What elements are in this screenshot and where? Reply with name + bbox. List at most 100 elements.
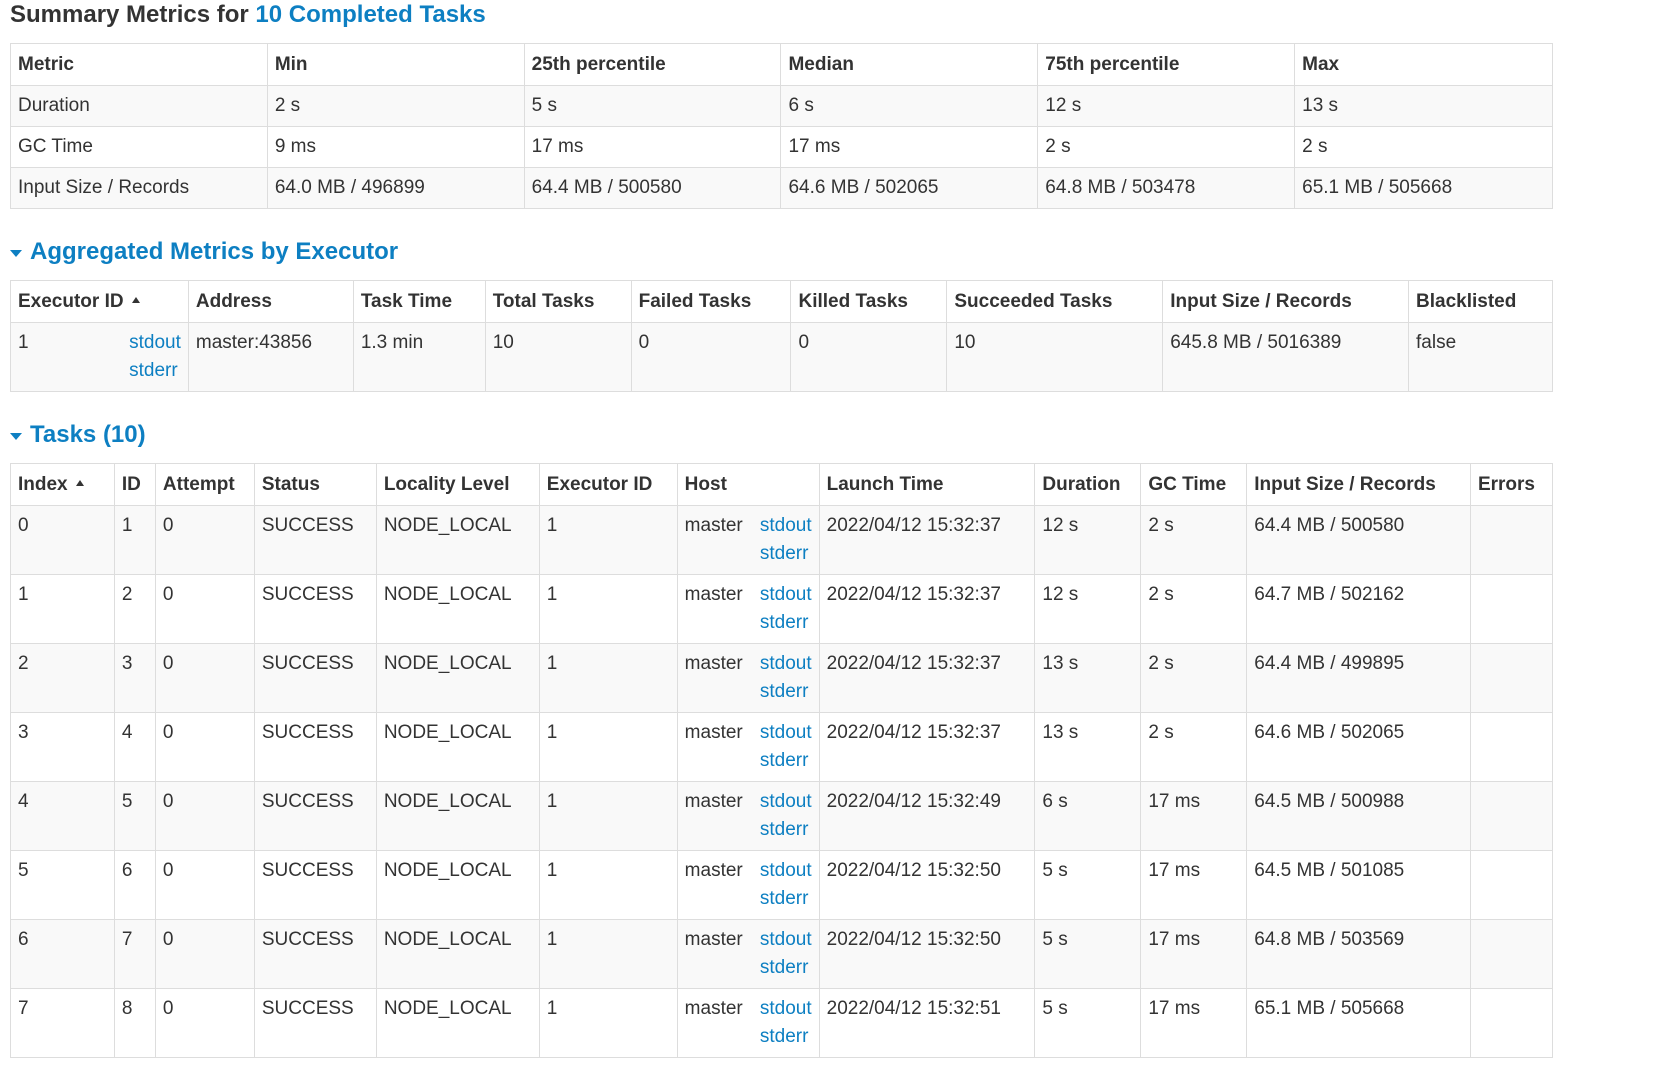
summary-header-metric[interactable]: Metric <box>10 43 268 86</box>
task-gc-time-cell: 2 s <box>1140 574 1248 644</box>
caret-down-icon <box>10 249 22 257</box>
task-gc-time-cell: 17 ms <box>1140 919 1248 989</box>
stderr-link[interactable]: stderr <box>760 885 812 913</box>
aggregated-header-blacklisted[interactable]: Blacklisted <box>1408 280 1553 323</box>
task-launch-time-cell: 2022/04/12 15:32:37 <box>818 505 1036 575</box>
stdout-link[interactable]: stdout <box>129 329 181 357</box>
task-locality-cell: NODE_LOCAL <box>375 712 540 782</box>
stderr-link[interactable]: stderr <box>760 609 812 637</box>
tasks-header-index-label: Index <box>18 474 68 495</box>
aggregated-header-task-time[interactable]: Task Time <box>352 280 486 323</box>
task-executor-cell: 1 <box>538 643 678 713</box>
task-attempt-cell: 0 <box>154 712 255 782</box>
summary-cell-min: 64.0 MB / 496899 <box>266 167 525 209</box>
stderr-link[interactable]: stderr <box>760 1023 812 1051</box>
aggregated-header-input[interactable]: Input Size / Records <box>1162 280 1409 323</box>
task-input-cell: 64.5 MB / 501085 <box>1246 850 1471 920</box>
tasks-header-locality[interactable]: Locality Level <box>375 463 540 506</box>
task-host: master <box>684 653 743 674</box>
task-attempt-cell: 0 <box>154 781 255 851</box>
completed-tasks-link[interactable]: 10 Completed Tasks <box>255 1 485 28</box>
task-input-cell: 65.1 MB / 505668 <box>1246 988 1471 1058</box>
aggregated-header-failed-tasks[interactable]: Failed Tasks <box>630 280 792 323</box>
summary-header-median[interactable]: Median <box>780 43 1039 86</box>
task-attempt-cell: 0 <box>154 850 255 920</box>
aggregated-header-succeeded-tasks[interactable]: Succeeded Tasks <box>946 280 1164 323</box>
summary-cell-min: 2 s <box>266 85 525 127</box>
task-status-cell: SUCCESS <box>253 574 377 644</box>
stderr-link[interactable]: stderr <box>760 678 812 706</box>
stdout-link[interactable]: stdout <box>760 857 812 885</box>
aggregated-header-killed-tasks[interactable]: Killed Tasks <box>790 280 948 323</box>
tasks-header-attempt[interactable]: Attempt <box>154 463 255 506</box>
task-input-cell: 64.6 MB / 502065 <box>1246 712 1471 782</box>
stderr-link[interactable]: stderr <box>760 540 812 568</box>
summary-header-p25[interactable]: 25th percentile <box>523 43 782 86</box>
task-status-cell: SUCCESS <box>253 919 377 989</box>
task-launch-time-cell: 2022/04/12 15:32:37 <box>818 643 1036 713</box>
summary-header-min[interactable]: Min <box>266 43 525 86</box>
stdout-link[interactable]: stdout <box>760 995 812 1023</box>
tasks-header-launch-time[interactable]: Launch Time <box>818 463 1036 506</box>
killed-tasks-cell: 0 <box>790 322 948 392</box>
stderr-link[interactable]: stderr <box>129 357 181 385</box>
task-host: master <box>684 791 743 812</box>
task-host-cell: master stdout stderr <box>676 505 820 575</box>
stderr-link[interactable]: stderr <box>760 816 812 844</box>
task-attempt-cell: 0 <box>154 988 255 1058</box>
task-input-cell: 64.4 MB / 499895 <box>1246 643 1471 713</box>
task-status-cell: SUCCESS <box>253 850 377 920</box>
table-row: 1 stdout stderr master:43856 1.3 min 10 … <box>10 322 1553 392</box>
stdout-link[interactable]: stdout <box>760 719 812 747</box>
blacklisted-cell: false <box>1408 322 1553 392</box>
summary-header-max[interactable]: Max <box>1294 43 1553 86</box>
tasks-header-status[interactable]: Status <box>253 463 377 506</box>
task-executor-cell: 1 <box>538 505 678 575</box>
tasks-title: Tasks (10) <box>30 421 146 448</box>
summary-header-p75[interactable]: 75th percentile <box>1037 43 1296 86</box>
aggregated-header-executor-id[interactable]: Executor ID <box>10 280 189 323</box>
tasks-header-id[interactable]: ID <box>113 463 156 506</box>
stderr-link[interactable]: stderr <box>760 747 812 775</box>
task-host: master <box>684 860 743 881</box>
tasks-header-duration[interactable]: Duration <box>1034 463 1142 506</box>
task-host: master <box>684 584 743 605</box>
task-logs: stdout stderr <box>760 926 812 982</box>
stdout-link[interactable]: stdout <box>760 650 812 678</box>
task-duration-cell: 5 s <box>1034 850 1142 920</box>
task-id-cell: 8 <box>113 988 156 1058</box>
task-errors-cell <box>1469 988 1554 1058</box>
summary-title-prefix: Summary Metrics for <box>10 1 256 28</box>
stderr-link[interactable]: stderr <box>760 954 812 982</box>
stdout-link[interactable]: stdout <box>760 581 812 609</box>
summary-header-row: Metric Min 25th percentile Median 75th p… <box>10 43 1553 86</box>
summary-cell-p75: 2 s <box>1037 126 1296 168</box>
summary-cell-metric: GC Time <box>10 126 268 168</box>
aggregated-header-total-tasks[interactable]: Total Tasks <box>484 280 632 323</box>
aggregated-header-address[interactable]: Address <box>187 280 354 323</box>
tasks-header-input[interactable]: Input Size / Records <box>1246 463 1471 506</box>
task-launch-time-cell: 2022/04/12 15:32:50 <box>818 919 1036 989</box>
table-row: 6 7 0 SUCCESS NODE_LOCAL 1 master stdout stderr 2… <box>10 919 1554 989</box>
summary-metrics-table: Metric Min 25th percentile Median 75th p… <box>10 43 1553 209</box>
stdout-link[interactable]: stdout <box>760 788 812 816</box>
tasks-header-host[interactable]: Host <box>676 463 820 506</box>
aggregated-metrics-table: Executor ID Address Task Time Total Task… <box>10 280 1553 392</box>
stdout-link[interactable]: stdout <box>760 926 812 954</box>
table-row: GC Time 9 ms 17 ms 17 ms 2 s2 s <box>10 126 1553 168</box>
task-input-cell: 64.5 MB / 500988 <box>1246 781 1471 851</box>
task-logs: stdout stderr <box>760 788 812 844</box>
tasks-header-errors[interactable]: Errors <box>1469 463 1554 506</box>
task-errors-cell <box>1469 781 1554 851</box>
tasks-header-index[interactable]: Index <box>10 463 115 506</box>
tasks-header-gc-time[interactable]: GC Time <box>1140 463 1248 506</box>
summary-cell-p25: 17 ms <box>523 126 782 168</box>
task-status-cell: SUCCESS <box>253 505 377 575</box>
aggregated-metrics-toggle[interactable]: Aggregated Metrics by Executor <box>10 237 1553 267</box>
sort-ascending-icon <box>131 296 140 303</box>
tasks-toggle[interactable]: Tasks (10) <box>10 420 1553 450</box>
tasks-header-executor-id[interactable]: Executor ID <box>538 463 678 506</box>
summary-cell-max: 2 s <box>1294 126 1553 168</box>
summary-cell-median: 64.6 MB / 502065 <box>780 167 1039 209</box>
stdout-link[interactable]: stdout <box>760 512 812 540</box>
